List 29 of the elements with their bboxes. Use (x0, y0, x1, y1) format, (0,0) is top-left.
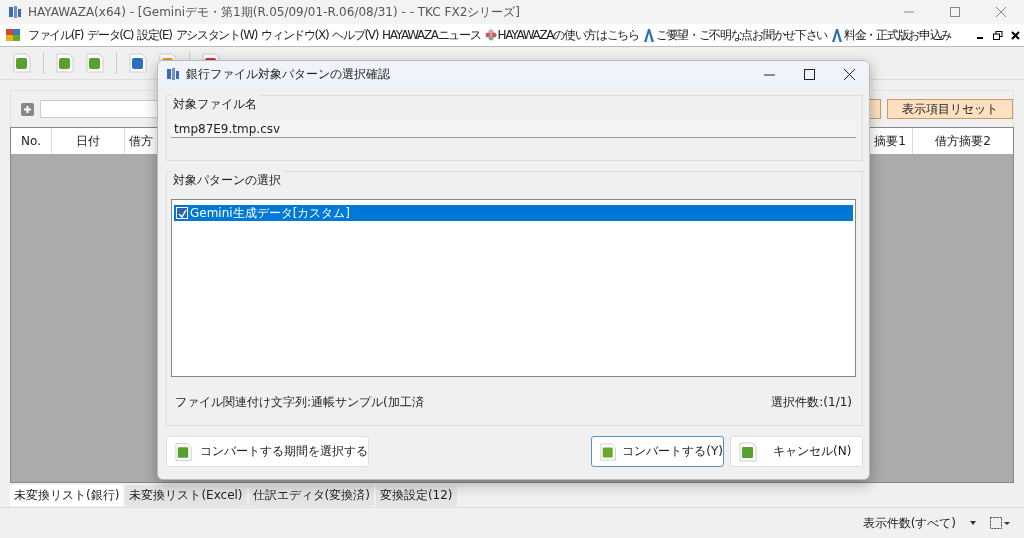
count-label: 表示件数(すべて) (862, 514, 956, 532)
sheet-tab[interactable]: 未変換リスト(Excel) (125, 484, 247, 506)
menu-item[interactable]: データ(C) (85, 25, 136, 45)
column-header[interactable]: No. (11, 128, 52, 154)
sheet-tab[interactable]: 未変換リスト(銀行) (10, 484, 124, 506)
reset-button[interactable]: 表示項目リセット (887, 99, 1013, 119)
item-label: Gemini生成データ[カスタム] (190, 204, 350, 222)
sheet-tab[interactable]: 変換設定(12) (375, 484, 457, 506)
menu-item[interactable]: ヘルプ(V) (330, 25, 381, 45)
column-header[interactable]: 日付 (52, 128, 125, 154)
info-link[interactable]: ご要望・ご不明な点お聞かせ下さい (640, 25, 830, 45)
file-name-field[interactable]: tmp87E9.tmp.csv (171, 121, 856, 138)
cancel-button[interactable]: キャンセル(N) (730, 436, 863, 467)
menu-item[interactable]: 設定(E) (135, 25, 174, 45)
dialog-title: 銀行ファイル対象パターンの選択確認 (186, 65, 390, 83)
window-title: HAYAWAZA(x64) - [Geminiデモ・第1期(R.05/09/01-R.06/08/31) - - TKC FX2シリーズ] (28, 3, 520, 21)
menu-item[interactable]: アシスタント(W) (173, 25, 260, 45)
menu-item[interactable]: ウィンドウ(X) (259, 25, 331, 45)
sheet-tab[interactable]: 仕訳エディタ(変換済) (248, 484, 374, 506)
list-item[interactable]: Gemini生成データ[カスタム] (174, 205, 853, 221)
help-link[interactable]: HAYAWAZAの使い方はこちら (482, 25, 641, 45)
column-header[interactable]: 借方摘要2 (913, 128, 1013, 154)
period-button[interactable]: コンバートする期間を選択する (166, 436, 369, 467)
menu-item[interactable]: HAYAWAZAニュース (380, 25, 483, 45)
association-text: ファイル関連付け文字列:通帳サンプル(加工済 (175, 393, 424, 411)
convert-button[interactable]: コンバートする(Y) (591, 436, 724, 467)
menu-item[interactable]: ファイル(F) (26, 25, 86, 45)
info-link[interactable]: 料金・正式版お申込み (829, 25, 954, 45)
selection-count: 選択件数:(1/1) (771, 393, 852, 411)
